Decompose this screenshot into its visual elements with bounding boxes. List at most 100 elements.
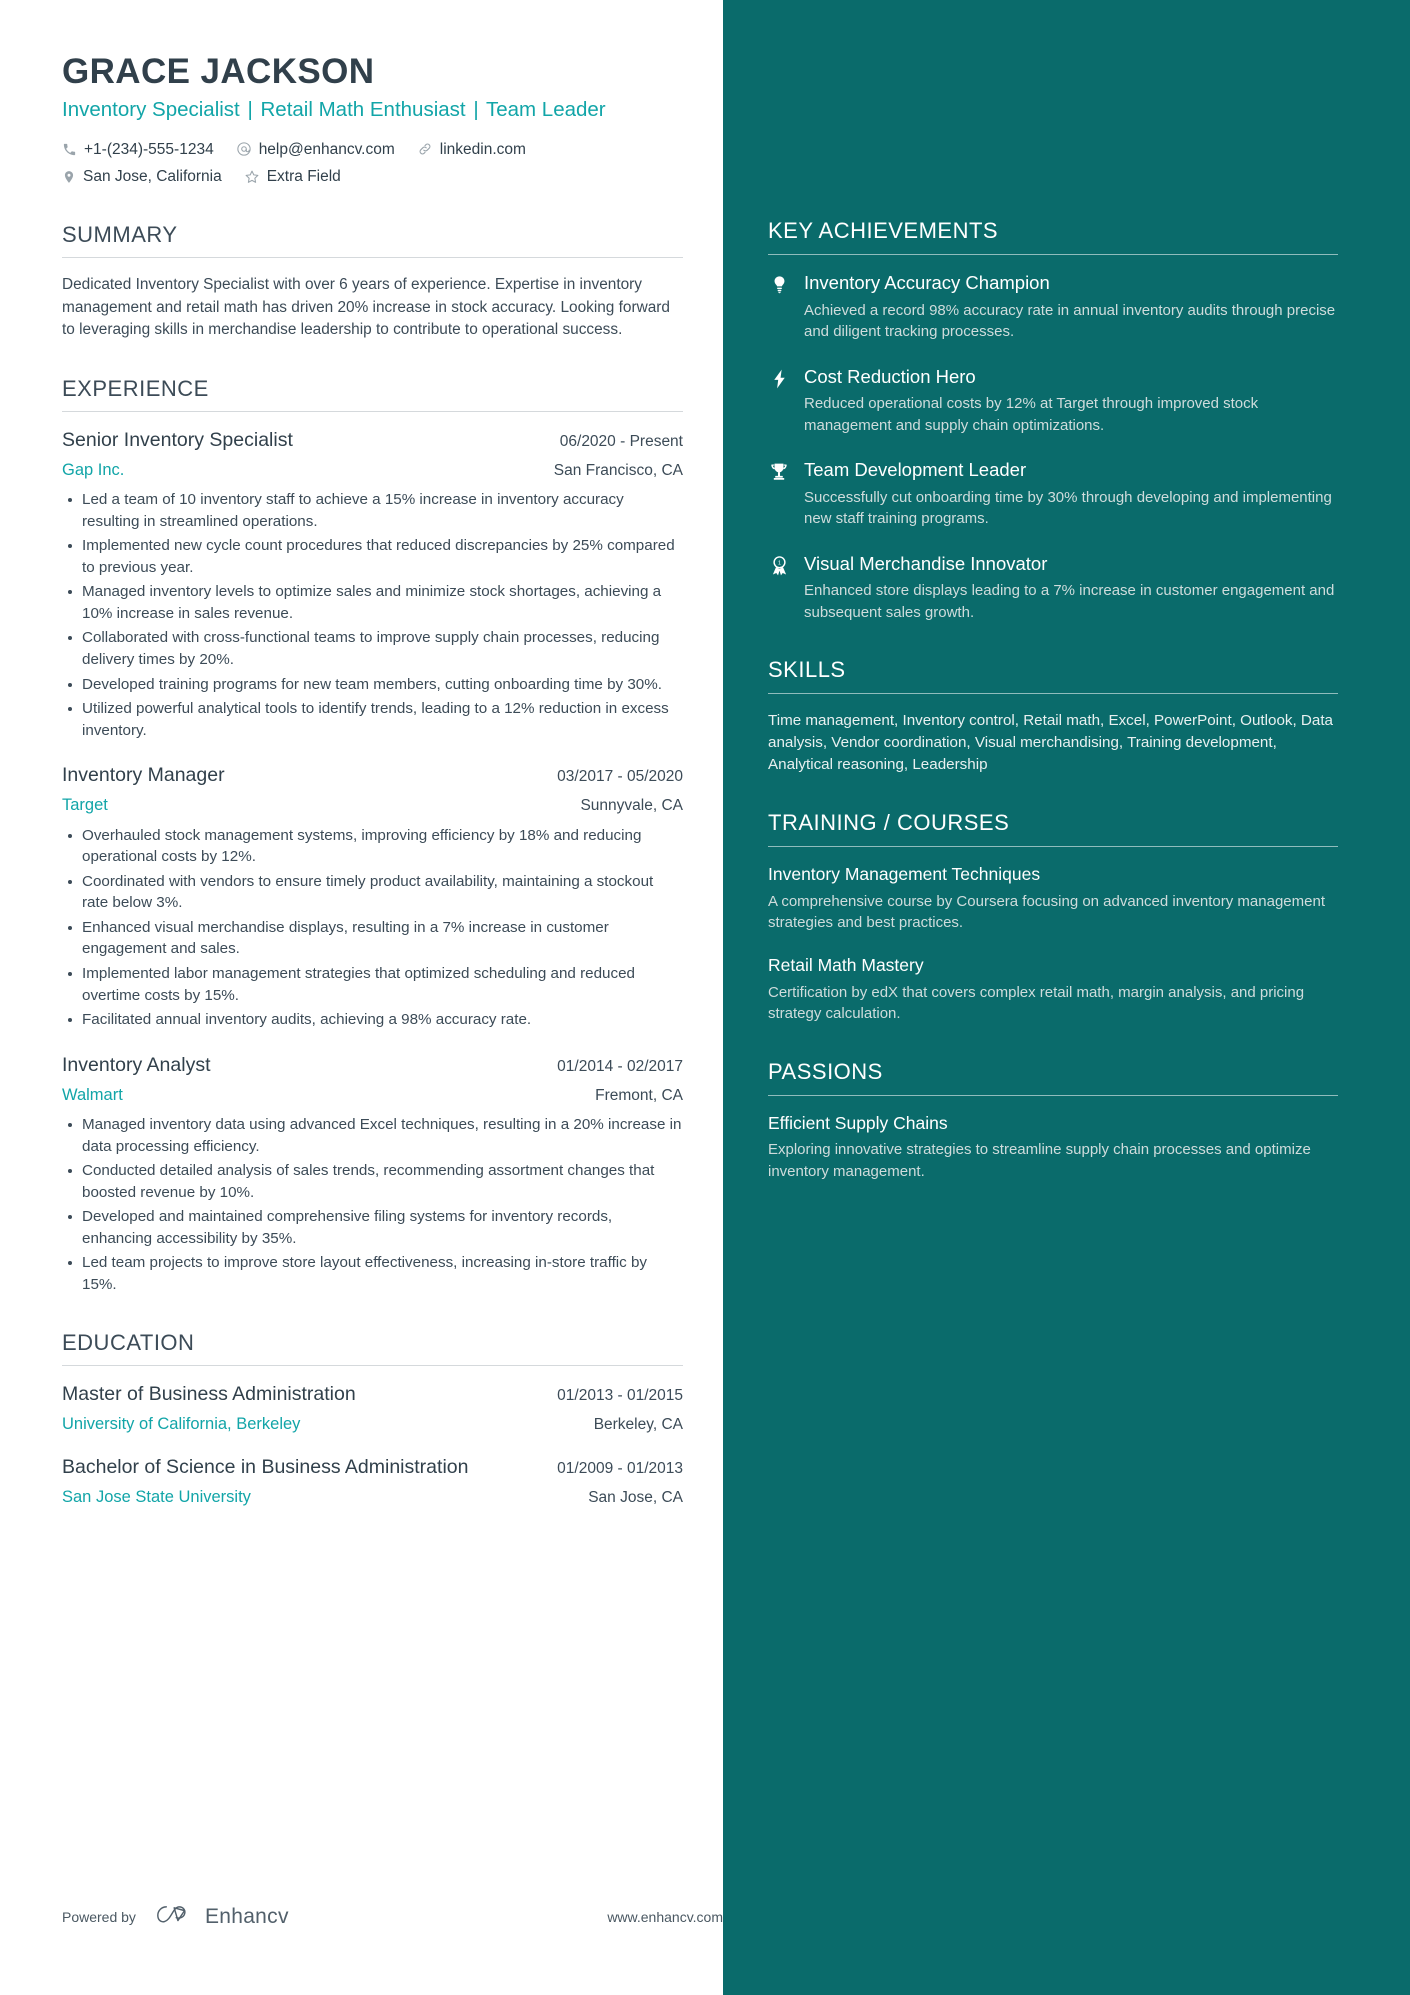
list-item: Implemented labor management strategies … [68, 963, 683, 1006]
list-item: Managed inventory data using advanced Ex… [68, 1114, 683, 1157]
sidebar: KEY ACHIEVEMENTS Inventory Accuracy Cham… [723, 0, 1410, 1995]
link-icon [417, 141, 433, 157]
section-skills: SKILLS Time management, Inventory contro… [768, 657, 1338, 776]
skills-text: Time management, Inventory control, Reta… [768, 712, 1333, 774]
powered-by-block: Powered by Enhancv [62, 1903, 289, 1931]
powered-by-label: Powered by [62, 1909, 136, 1925]
training-description: A comprehensive course by Coursera focus… [768, 893, 1325, 932]
experience-date: 01/2014 - 02/2017 [557, 1057, 683, 1075]
list-item: Coordinated with vendors to ensure timel… [68, 871, 683, 914]
education-subheader: University of California, Berkeley Berke… [62, 1407, 683, 1435]
contact-linkedin[interactable]: linkedin.com [417, 138, 526, 161]
experience-role: Inventory Manager [62, 764, 225, 787]
divider [62, 1364, 683, 1366]
page-footer: Powered by Enhancv www.enhancv.com [62, 1903, 723, 1931]
email-icon [236, 141, 252, 157]
contact-row-primary: +1-(234)-555-1234 help@enhancv.com linke… [62, 138, 683, 161]
education-header: Bachelor of Science in Business Administ… [62, 1455, 683, 1480]
achievement-description: Achieved a record 98% accuracy rate in a… [804, 301, 1336, 341]
achievement-item: 1 Visual Merchandise Innovator Enhanced … [768, 552, 1338, 624]
achievement-item: Inventory Accuracy Champion Achieved a r… [768, 271, 1338, 343]
section-title-experience: EXPERIENCE [62, 375, 209, 401]
experience-header: Senior Inventory Specialist 06/2020 - Pr… [62, 428, 683, 453]
contact-extra-field-text: Extra Field [266, 168, 341, 186]
star-icon [244, 169, 260, 185]
education-school: San Jose State University [62, 1487, 251, 1506]
experience-subheader: Walmart Fremont, CA [62, 1078, 683, 1106]
contact-location: San Jose, California [62, 165, 222, 188]
headline-part-2: Retail Math Enthusiast [260, 98, 466, 122]
lightning-bolt-icon [768, 365, 790, 437]
list-item: Enhanced visual merchandise displays, re… [68, 917, 683, 960]
passion-item: Efficient Supply Chains Exploring innova… [768, 1112, 1338, 1183]
experience-entry: Senior Inventory Specialist 06/2020 - Pr… [62, 428, 683, 742]
section-summary: SUMMARY Dedicated Inventory Specialist w… [62, 222, 683, 341]
experience-location: Sunnyvale, CA [580, 797, 683, 815]
passion-title: Efficient Supply Chains [768, 1112, 948, 1133]
achievement-body: Team Development Leader Successfully cut… [804, 458, 1338, 530]
location-pin-icon [62, 169, 76, 185]
experience-role: Inventory Analyst [62, 1053, 211, 1076]
contact-phone-text: +1-(234)-555-1234 [84, 140, 214, 158]
education-school: University of California, Berkeley [62, 1414, 301, 1433]
enhancv-brand: Enhancv [154, 1903, 289, 1931]
education-header: Master of Business Administration 01/201… [62, 1382, 683, 1407]
list-item: Managed inventory levels to optimize sal… [68, 581, 683, 624]
contact-email[interactable]: help@enhancv.com [236, 138, 395, 161]
section-title-passions: PASSIONS [768, 1058, 883, 1084]
website-url[interactable]: www.enhancv.com [607, 1909, 723, 1925]
experience-entry: Inventory Manager 03/2017 - 05/2020 Targ… [62, 763, 683, 1030]
training-description: Certification by edX that covers complex… [768, 983, 1305, 1023]
list-item: Conducted detailed analysis of sales tre… [68, 1160, 683, 1203]
award-ribbon-icon: 1 [768, 552, 790, 624]
passion-description: Exploring innovative strategies to strea… [768, 1141, 1311, 1180]
page-title: GRACE JACKSON [62, 52, 375, 91]
experience-bullets: Led a team of 10 inventory staff to achi… [62, 489, 683, 741]
achievement-title: Inventory Accuracy Champion [804, 272, 1050, 293]
list-item: Led team projects to improve store layou… [68, 1252, 683, 1295]
achievement-description: Enhanced store displays leading to a 7% … [804, 582, 1335, 621]
divider [768, 1094, 1338, 1096]
headline-part-3: Team Leader [485, 98, 606, 122]
contact-extra-field: Extra Field [244, 165, 341, 188]
list-item: Developed and maintained comprehensive f… [68, 1206, 683, 1249]
experience-date: 06/2020 - Present [559, 432, 683, 450]
achievement-body: Visual Merchandise Innovator Enhanced st… [804, 552, 1338, 624]
section-title-education: EDUCATION [62, 1329, 195, 1355]
divider [768, 693, 1338, 695]
resume-page: GRACE JACKSON Inventory Specialist | Ret… [0, 0, 1410, 1995]
section-key-achievements: KEY ACHIEVEMENTS Inventory Accuracy Cham… [768, 218, 1338, 623]
contact-row-secondary: San Jose, California Extra Field [62, 165, 683, 188]
experience-header: Inventory Manager 03/2017 - 05/2020 [62, 763, 683, 788]
education-location: San Jose, CA [588, 1488, 683, 1506]
list-item: Led a team of 10 inventory staff to achi… [68, 489, 683, 532]
experience-subheader: Target Sunnyvale, CA [62, 788, 683, 816]
achievement-item: Cost Reduction Hero Reduced operational … [768, 365, 1338, 437]
contact-phone[interactable]: +1-(234)-555-1234 [62, 138, 214, 161]
headline-separator-1: | [247, 98, 253, 122]
headline-part-1: Inventory Specialist [62, 98, 240, 122]
experience-location: San Francisco, CA [553, 461, 683, 479]
education-date: 01/2013 - 01/2015 [557, 1386, 683, 1404]
trophy-icon [768, 458, 790, 530]
section-training-courses: TRAINING / COURSES Inventory Management … [768, 810, 1338, 1024]
training-item: Retail Math Mastery Certification by edX… [768, 954, 1338, 1025]
section-experience: EXPERIENCE Senior Inventory Specialist 0… [62, 376, 683, 1296]
list-item: Facilitated annual inventory audits, ach… [68, 1009, 683, 1031]
training-title: Retail Math Mastery [768, 954, 924, 975]
education-entry: Master of Business Administration 01/201… [62, 1382, 683, 1435]
divider [62, 257, 683, 259]
section-education: EDUCATION Master of Business Administrat… [62, 1330, 683, 1508]
enhancv-wordmark: Enhancv [204, 1905, 289, 1928]
professional-headline: Inventory Specialist | Retail Math Enthu… [62, 97, 683, 124]
lightbulb-icon [768, 271, 790, 343]
experience-company: Target [62, 796, 108, 815]
experience-company: Walmart [62, 1085, 123, 1104]
achievement-title: Visual Merchandise Innovator [804, 552, 1048, 574]
enhancv-logo-icon [154, 1903, 194, 1931]
list-item: Developed training programs for new team… [68, 674, 683, 696]
training-item: Inventory Management Techniques A compre… [768, 863, 1338, 934]
headline-separator-2: | [473, 98, 479, 122]
section-title-key-achievements: KEY ACHIEVEMENTS [768, 218, 999, 243]
achievement-item: Team Development Leader Successfully cut… [768, 458, 1338, 530]
